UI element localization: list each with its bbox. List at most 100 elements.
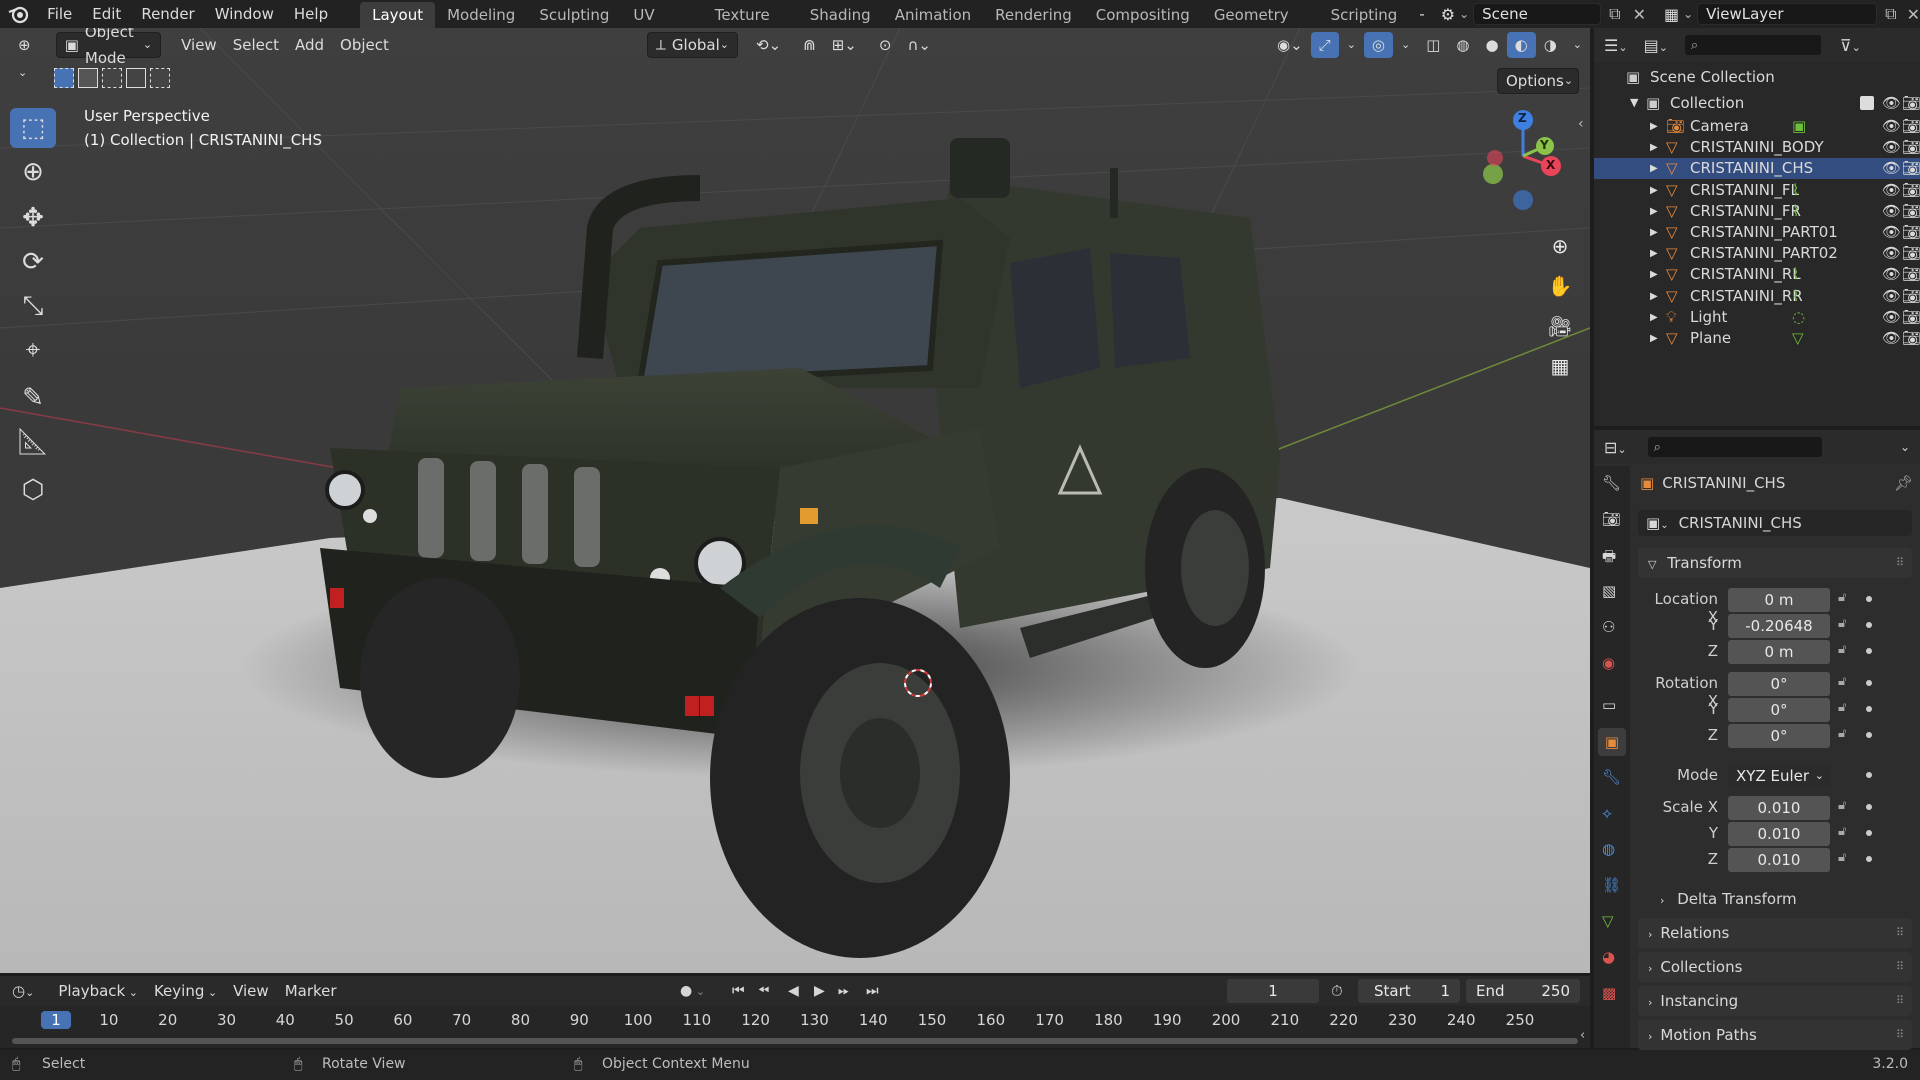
viewport-menu-object[interactable]: Object	[332, 32, 397, 58]
drag-handle-icon[interactable]: ⠿	[1896, 918, 1904, 948]
properties-editor-type-icon[interactable]: ⊟⌄	[1604, 438, 1627, 457]
measure-tool-icon[interactable]: 📐︎	[10, 422, 56, 462]
timeline-editor-type-icon[interactable]: ◷⌄	[12, 982, 34, 1000]
select-new-icon[interactable]	[54, 68, 74, 88]
visibility-eye-icon[interactable]: 👁︎	[1882, 222, 1901, 243]
menu-help[interactable]: Help	[284, 0, 338, 28]
menu-render[interactable]: Render	[131, 0, 204, 28]
drag-handle-icon[interactable]: ⠿	[1896, 1020, 1904, 1050]
zoom-icon[interactable]: ⊕	[1542, 228, 1578, 264]
render-camera-icon[interactable]: 📷︎	[1902, 286, 1920, 307]
rotation-y-field[interactable]: 0°	[1728, 698, 1830, 722]
current-frame-field[interactable]: 1	[1227, 979, 1319, 1003]
keyframe-dot-icon[interactable]	[1866, 856, 1872, 862]
timeline-menu-view[interactable]: View	[225, 978, 277, 1004]
select-extend-icon[interactable]	[78, 68, 98, 88]
particles-tab-icon[interactable]: ⟡	[1602, 804, 1612, 822]
expand-arrow-icon[interactable]: ▶	[1650, 307, 1658, 328]
render-camera-icon[interactable]: 📷︎	[1902, 116, 1920, 137]
object-tab-icon[interactable]: ▣	[1598, 728, 1626, 756]
outliner-item[interactable]: ▶ 💡︎ Light ◌ 👁︎ 📷︎	[1594, 307, 1920, 328]
scale-x-field[interactable]: 0.010	[1728, 796, 1830, 820]
annotate-tool-icon[interactable]: ✎	[10, 378, 56, 418]
proportional-edit-icon[interactable]: ⊙	[871, 32, 900, 58]
timeline-ruler[interactable]: 1 10 20 30 40 50 60 70 80 90 100 110 120 130 140 150 160…	[0, 1008, 1590, 1034]
collection-row[interactable]: ▼ ▣ Collection 👁︎ 📷︎	[1594, 90, 1920, 116]
outliner-item[interactable]: ▶ ▽ CRISTANINI_PART01 👁︎ 📷︎	[1594, 222, 1920, 243]
view-layer-remove-icon[interactable]: ✕	[1907, 5, 1920, 24]
material-shading-icon[interactable]: ◐	[1506, 32, 1536, 58]
properties-options-icon[interactable]: ⌄	[1900, 440, 1910, 454]
section-motion-paths[interactable]: › Motion Paths ⠿	[1638, 1020, 1912, 1050]
keyframe-dot-icon[interactable]	[1866, 622, 1872, 628]
transform-orientation-dropdown[interactable]: ⟂ Global ⌄	[646, 32, 738, 58]
select-intersect-icon[interactable]	[150, 68, 170, 88]
expand-arrow-icon[interactable]: ▶	[1650, 286, 1658, 307]
collapse-sidebar-icon[interactable]: ‹	[1578, 116, 1584, 132]
xray-toggle-icon[interactable]: ◫	[1418, 32, 1448, 58]
drag-handle-icon[interactable]: ⠿	[1896, 952, 1904, 982]
outliner-item[interactable]: ▶ 📷︎ Camera ▣ 👁︎ 📷︎	[1594, 116, 1920, 137]
visibility-eye-icon[interactable]: 👁︎	[1882, 158, 1901, 179]
outliner-item[interactable]: ▶ ▽ CRISTANINI_RL ⌇ 👁︎ 📷︎	[1594, 264, 1920, 285]
overlays-dropdown-icon[interactable]: ⌄	[1393, 32, 1418, 58]
lock-icon[interactable]: 🔓︎	[1838, 726, 1846, 741]
expand-arrow-icon[interactable]: ▶	[1650, 201, 1658, 222]
start-frame-field[interactable]: Start 1	[1358, 979, 1460, 1003]
workspace-tab-layout[interactable]: Layout	[360, 2, 436, 28]
blender-logo-icon[interactable]	[0, 0, 37, 28]
scene-collection-row[interactable]: ▣ Scene Collection	[1594, 64, 1920, 90]
render-camera-icon[interactable]: 📷︎	[1902, 158, 1920, 179]
expand-arrow-icon[interactable]: ▶	[1650, 328, 1658, 349]
scale-tool-icon[interactable]: ⤡	[10, 286, 56, 326]
visibility-eye-icon[interactable]: 👁︎	[1882, 137, 1901, 158]
data-tab-icon[interactable]: ▽	[1602, 912, 1614, 930]
timeline-collapse-icon[interactable]: ‹	[1580, 1028, 1585, 1043]
cursor-tool-icon[interactable]: ⊕	[10, 152, 56, 192]
falloff-icon[interactable]: ∩⌄	[899, 32, 939, 58]
modifier-icon[interactable]: ⌇	[1792, 264, 1799, 285]
expand-arrow-icon[interactable]: ▶	[1650, 222, 1658, 243]
section-instancing[interactable]: › Instancing ⠿	[1638, 986, 1912, 1016]
outliner-item[interactable]: ▶ ▽ Plane ▽ 👁︎ 📷︎	[1594, 328, 1920, 349]
camera-view-icon[interactable]: 🎥︎	[1542, 308, 1578, 344]
texture-tab-icon[interactable]: ▩	[1602, 984, 1616, 1002]
solid-shading-icon[interactable]: ●	[1478, 32, 1507, 58]
jump-key-next-icon[interactable]: ⏩︎	[838, 983, 849, 999]
perspective-grid-icon[interactable]: ▦	[1542, 348, 1578, 384]
scene-new-icon[interactable]: ⧉	[1609, 4, 1620, 24]
render-camera-icon[interactable]: 📷︎	[1902, 328, 1920, 349]
outliner-item[interactable]: ▶ ▽ CRISTANINI_FR ⌇ 👁︎ 📷︎	[1594, 201, 1920, 222]
modifier-icon[interactable]: ⌇	[1792, 201, 1799, 222]
keyframe-dot-icon[interactable]	[1866, 732, 1872, 738]
end-frame-field[interactable]: End 250	[1466, 979, 1580, 1003]
visibility-eye-icon[interactable]: 👁︎	[1882, 286, 1901, 307]
expand-arrow-icon[interactable]: ▶	[1650, 180, 1658, 201]
outliner-editor-type-icon[interactable]: ☰⌄	[1604, 36, 1628, 55]
visibility-eye-icon[interactable]: 👁︎	[1882, 307, 1901, 328]
lock-icon[interactable]: 🔓︎	[1838, 700, 1846, 715]
lock-icon[interactable]: 🔓︎	[1838, 616, 1846, 631]
workspace-tab-animation[interactable]: Animation	[883, 2, 983, 28]
render-camera-icon[interactable]: 📷︎	[1902, 180, 1920, 201]
add-cube-tool-icon[interactable]: ⬡	[10, 470, 56, 510]
outliner-item[interactable]: ▶ ▽ CRISTANINI_FL ⌇ 👁︎ 📷︎	[1594, 180, 1920, 201]
options-dropdown[interactable]: Options ⌄	[1497, 68, 1579, 94]
viewport-menu-view[interactable]: View	[173, 32, 225, 58]
world-tab-icon[interactable]: ◉	[1602, 654, 1615, 672]
viewport-menu-select[interactable]: Select	[225, 32, 287, 58]
render-tab-icon[interactable]: 📷︎	[1602, 510, 1621, 528]
visibility-eye-icon[interactable]: 👁︎	[1882, 201, 1901, 222]
jump-end-icon[interactable]: ⏭︎	[866, 983, 879, 999]
rotate-tool-icon[interactable]: ⟳	[10, 242, 56, 282]
delta-transform-subsection[interactable]: › Delta Transform	[1660, 886, 1912, 912]
gizmo-dropdown-icon[interactable]: ⌄	[1339, 32, 1364, 58]
view-layer-field[interactable]: ViewLayer	[1697, 3, 1878, 25]
scene-remove-icon[interactable]: ✕	[1633, 5, 1646, 24]
visibility-eye-icon[interactable]: 👁︎	[1882, 243, 1901, 264]
lock-icon[interactable]: 🔓︎	[1838, 824, 1846, 839]
display-mode-icon[interactable]: ▤⌄	[1644, 36, 1668, 55]
location-x-field[interactable]: 0 m	[1728, 588, 1830, 612]
rotation-z-field[interactable]: 0°	[1728, 724, 1830, 748]
keyframe-dot-icon[interactable]	[1866, 706, 1872, 712]
